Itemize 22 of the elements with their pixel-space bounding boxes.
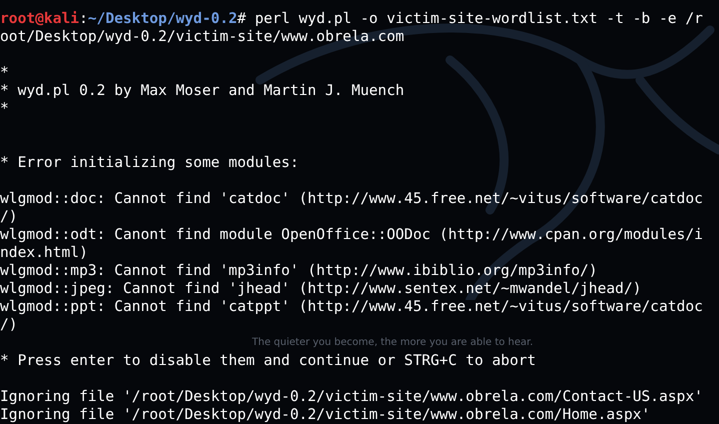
prompt-separator: : <box>79 10 88 27</box>
output-line: * Press enter to disable them and continue or STRG+C to abort <box>0 352 536 369</box>
command-text: perl wyd.pl -o victim-site-wordlist.txt -t -b -e /r <box>254 10 703 27</box>
output-line: * Error initializing some modules: <box>0 154 299 171</box>
output-line: wlgmod::doc: Cannot find 'catdoc' (http://www.45.free.net/~vitus/software/catdoc <box>0 190 703 207</box>
output-line: ndex.html) <box>0 244 88 261</box>
output-line: * <box>0 100 9 117</box>
output-line: oot/Desktop/wyd-0.2/victim-site/www.obrela.com <box>0 28 404 45</box>
prompt-path: ~/Desktop/wyd-0.2 <box>88 10 238 27</box>
output-line: * wyd.pl 0.2 by Max Moser and Martin J. Muench <box>0 82 404 99</box>
output-line: Ignoring file '/root/Desktop/wyd-0.2/victim-site/www.obrela.com/Home.aspx' <box>0 406 650 423</box>
output-line: Ignoring file '/root/Desktop/wyd-0.2/victim-site/www.obrela.com/Contact-US.aspx' <box>0 388 703 405</box>
output-line: /) <box>0 208 18 225</box>
prompt-user: root@kali <box>0 10 80 27</box>
wallpaper-tagline: The quieter you become, the more you are able to hear. <box>252 337 534 349</box>
output-line: wlgmod::mp3: Cannot find 'mp3info' (http://www.ibiblio.org/mp3info/) <box>0 262 598 279</box>
output-line: * <box>0 64 9 81</box>
output-line: wlgmod::jpeg: Cannot find 'jhead' (http://www.sentex.net/~mwandel/jhead/) <box>0 280 642 297</box>
output-line: wlgmod::odt: Canont find module OpenOffice::OODoc (http://www.cpan.org/modules/i <box>0 226 703 243</box>
output-line: wlgmod::ppt: Cannot find 'catppt' (http://www.45.free.net/~vitus/software/catdoc <box>0 298 703 315</box>
prompt-symbol: # <box>237 10 246 27</box>
output-line: /) <box>0 316 18 333</box>
